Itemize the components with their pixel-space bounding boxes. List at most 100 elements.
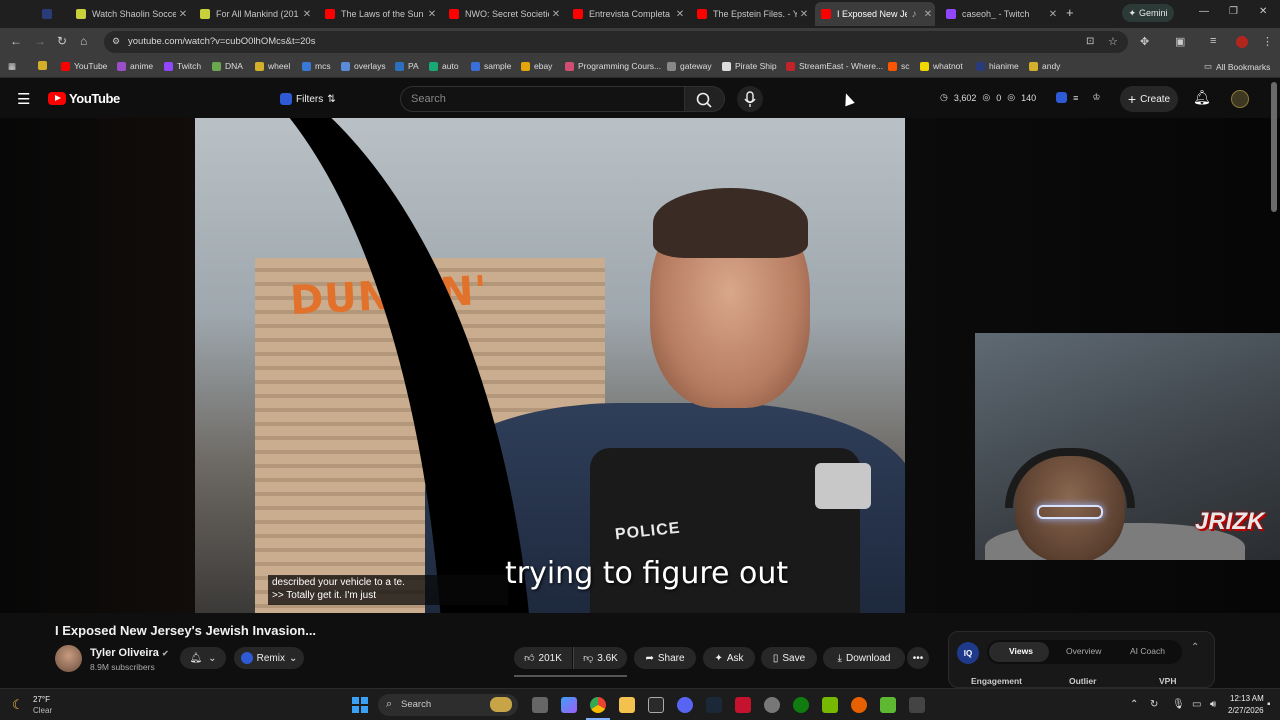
browser-tab-1[interactable]: Watch Shaolin Socce ✕: [70, 4, 190, 24]
remix-button[interactable]: Remix ⌄: [234, 647, 304, 669]
more-actions-button[interactable]: •••: [907, 647, 929, 669]
tab-audio-icon[interactable]: ♪: [907, 9, 921, 20]
close-tab-icon[interactable]: ✕: [425, 9, 439, 20]
dislike-button[interactable]: 👎︎ 3.6K: [573, 647, 627, 669]
bookmark-whatnot[interactable]: whatnot: [920, 61, 963, 71]
hamburger-menu-icon[interactable]: ☰: [17, 90, 30, 108]
filters-button[interactable]: Filters ⇅: [280, 89, 336, 109]
bookmark-auto[interactable]: auto: [429, 61, 459, 71]
bookmark-hianime[interactable]: hianime: [976, 61, 1019, 71]
profile-avatar[interactable]: [1236, 36, 1248, 48]
task-view-icon[interactable]: [532, 697, 548, 713]
bookmark-pinned[interactable]: [38, 61, 51, 70]
search-input[interactable]: Search: [400, 86, 685, 112]
tray-chevron-icon[interactable]: ⌃: [1130, 699, 1138, 710]
bookmark-pirate-ship[interactable]: Pirate Ship: [722, 61, 777, 71]
tab-overview[interactable]: Overview: [1066, 646, 1101, 656]
site-info-icon[interactable]: ⚙: [112, 36, 120, 47]
bookmark-ebay[interactable]: ebay: [521, 61, 552, 71]
store-icon[interactable]: [648, 697, 664, 713]
weather-temperature[interactable]: 27°F: [33, 695, 50, 704]
tab-views[interactable]: Views: [1009, 646, 1033, 656]
minimize-icon[interactable]: —: [1199, 6, 1209, 17]
all-bookmarks-button[interactable]: ▭ All Bookmarks: [1204, 61, 1270, 72]
copilot-icon[interactable]: [561, 697, 577, 713]
chrome-icon[interactable]: [590, 697, 606, 713]
close-tab-icon[interactable]: ✕: [549, 9, 563, 20]
sync-icon[interactable]: ↻: [1150, 699, 1158, 710]
settings-icon[interactable]: [764, 697, 780, 713]
home-icon[interactable]: ⌂: [80, 34, 87, 48]
bookmark-dna[interactable]: DNA: [212, 61, 243, 71]
notifications-icon[interactable]: ▪: [1267, 699, 1271, 710]
voice-search-button[interactable]: [737, 86, 763, 112]
discord-icon[interactable]: [677, 697, 693, 713]
tab-ai-coach[interactable]: AI Coach: [1130, 646, 1165, 656]
subscription-bell-button[interactable]: 🔔︎ ⌄: [180, 647, 226, 669]
browser-tab-2[interactable]: For All Mankind (201 ✕: [194, 4, 314, 24]
taskbar-search[interactable]: ⌕ Search: [378, 694, 518, 716]
share-button[interactable]: ➦ Share: [634, 647, 696, 669]
nvidia-icon[interactable]: [822, 697, 838, 713]
browser-tab-4[interactable]: NWO: Secret Societie ✕: [443, 4, 563, 24]
close-tab-icon[interactable]: ✕: [797, 9, 811, 20]
obs-icon[interactable]: [851, 697, 867, 713]
close-tab-icon[interactable]: ✕: [921, 9, 935, 20]
bookmark-mcs[interactable]: mcs: [302, 61, 331, 71]
gemini-button[interactable]: ✦ Gemini: [1122, 4, 1174, 22]
steam-icon[interactable]: [706, 697, 722, 713]
back-icon[interactable]: ←: [10, 34, 22, 48]
browser-tab-0[interactable]: [36, 4, 68, 24]
channel-avatar[interactable]: [55, 645, 82, 672]
chrome-menu-icon[interactable]: ⋮: [1262, 35, 1273, 48]
close-tab-icon[interactable]: ✕: [300, 9, 314, 20]
windows-start-icon[interactable]: [352, 697, 368, 718]
clock-time[interactable]: 12:13 AM: [1230, 694, 1264, 703]
bookmark-sample[interactable]: sample: [471, 61, 511, 71]
extensions-icon[interactable]: ✥: [1140, 35, 1149, 48]
collapse-chevron-icon[interactable]: ⌃: [1191, 642, 1199, 653]
close-tab-icon[interactable]: ✕: [1046, 9, 1060, 20]
forward-icon[interactable]: →: [34, 34, 46, 48]
notifications-bell-icon[interactable]: 🔔︎: [1193, 89, 1211, 106]
side-panel-icon[interactable]: ▣: [1175, 35, 1185, 48]
bookmark-gateway[interactable]: gateway: [667, 61, 712, 71]
address-bar[interactable]: ⚙ youtube.com/watch?v=cubO0lhOMcs&t=20s …: [104, 31, 1128, 53]
search-button[interactable]: [685, 86, 725, 112]
weather-moon-icon[interactable]: ☾: [12, 697, 24, 713]
browser-tab-8[interactable]: caseoh_ - Twitch ✕: [940, 4, 1060, 24]
media-controls-icon[interactable]: ≡: [1210, 35, 1216, 47]
minecraft-icon[interactable]: [880, 697, 896, 713]
close-tab-icon[interactable]: ✕: [176, 9, 190, 20]
bookmark-sc[interactable]: sc: [888, 61, 910, 71]
install-app-icon[interactable]: ⊡: [1086, 36, 1094, 47]
new-tab-button[interactable]: +: [1066, 5, 1074, 20]
xbox-icon[interactable]: [793, 697, 809, 713]
apps-grid-icon[interactable]: ▦: [8, 61, 16, 72]
bookmark-twitch[interactable]: Twitch: [164, 61, 201, 71]
maximize-icon[interactable]: ❐: [1229, 6, 1238, 17]
display-icon[interactable]: ▭: [1192, 699, 1201, 710]
ask-button[interactable]: ✦ Ask: [703, 647, 755, 669]
like-button[interactable]: 👍︎ 201K: [514, 647, 572, 669]
bookmark-overlays[interactable]: overlays: [341, 61, 386, 71]
bookmark-anime[interactable]: anime: [117, 61, 153, 71]
browser-tab-5[interactable]: Entrevista Completa ✕: [567, 4, 687, 24]
browser-tab-6[interactable]: The Epstein Files. - Yo ✕: [691, 4, 811, 24]
app-icon[interactable]: [909, 697, 925, 713]
bookmark-youtube[interactable]: YouTube: [61, 61, 107, 71]
page-scrollbar[interactable]: [1271, 82, 1277, 212]
reload-icon[interactable]: ↻: [57, 34, 67, 48]
bookmark-star-icon[interactable]: ☆: [1108, 35, 1118, 48]
create-button[interactable]: + Create: [1120, 86, 1178, 112]
browser-tab-3[interactable]: The Laws of the Sun ✕: [319, 4, 439, 24]
list-icon[interactable]: ≡: [1073, 93, 1078, 103]
valorant-icon[interactable]: [735, 697, 751, 713]
close-window-icon[interactable]: ✕: [1259, 6, 1267, 17]
trophy-icon[interactable]: ♔: [1092, 92, 1100, 103]
volume-icon[interactable]: 🔊︎: [1210, 699, 1216, 710]
account-avatar[interactable]: [1231, 90, 1249, 108]
file-explorer-icon[interactable]: [619, 697, 635, 713]
bookmark-andy[interactable]: andy: [1029, 61, 1060, 71]
browser-tab-active[interactable]: I Exposed New Je ♪ ✕: [815, 2, 935, 26]
